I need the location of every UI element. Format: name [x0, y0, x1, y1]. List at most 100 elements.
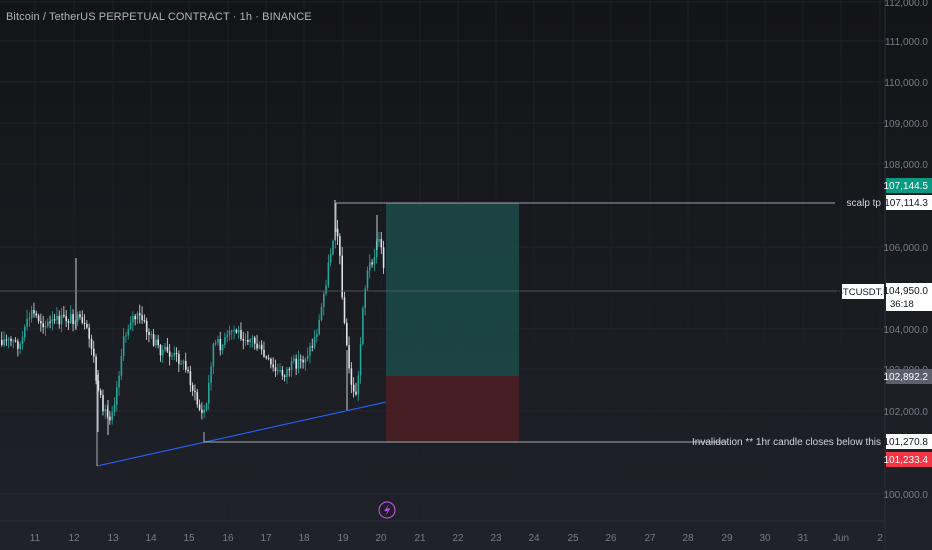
candle-body	[56, 315, 58, 320]
candle-body	[180, 363, 182, 365]
candle-body	[256, 343, 258, 349]
candle-body	[203, 409, 205, 413]
candle-body	[214, 342, 217, 344]
candle-body	[118, 375, 120, 388]
candle-body	[350, 368, 353, 385]
loss-zone	[386, 376, 519, 442]
candle-body	[318, 320, 320, 335]
candle-body	[132, 315, 134, 323]
candle-body	[263, 349, 265, 357]
candle-body	[242, 339, 245, 341]
candle-body	[348, 345, 350, 369]
candle-body	[201, 409, 203, 413]
time-axis-label: 28	[682, 533, 694, 544]
candle-body	[313, 337, 316, 348]
candle-body	[83, 322, 86, 324]
candle-body	[251, 337, 254, 340]
time-axis-label: 16	[222, 533, 234, 544]
candle-body	[364, 288, 366, 309]
price-tag-scalp-tp-text: 107,114.3	[884, 198, 928, 209]
candle-body	[7, 338, 10, 340]
price-axis-label: 111,000.0	[885, 37, 928, 48]
candle-body	[302, 359, 304, 363]
candle-body	[49, 321, 51, 323]
candle-body	[60, 314, 63, 325]
price-tag-107144-text: 107,144.5	[884, 181, 929, 192]
candle-body	[67, 321, 70, 323]
candle-body	[198, 404, 201, 410]
candle-body	[185, 360, 187, 370]
candle-body	[336, 228, 339, 237]
candle-body	[191, 385, 194, 391]
candle-body	[320, 306, 323, 321]
candle-body	[28, 318, 31, 320]
candle-body	[26, 318, 28, 327]
candle-body	[380, 239, 383, 248]
price-tag-current-text: 104,950.0	[884, 286, 929, 297]
candle-body	[10, 338, 12, 342]
time-axis-label: 22	[452, 533, 464, 544]
candle-body	[309, 346, 311, 356]
candle-body	[293, 358, 295, 361]
candle-body	[346, 322, 348, 346]
candle-body	[182, 360, 185, 364]
candle-body	[352, 384, 355, 392]
time-axis-label: 14	[145, 533, 157, 544]
price-chart[interactable]: scalp tp Invalidation ** 1hr candle close…	[0, 0, 932, 550]
candle-body	[37, 315, 40, 322]
candle-body	[88, 327, 90, 339]
candle-body	[270, 358, 272, 365]
candle-body	[127, 329, 130, 336]
candle-body	[371, 262, 373, 265]
candle-body	[120, 356, 123, 376]
candle-body	[277, 370, 279, 372]
candle-body	[42, 323, 44, 328]
price-axis-label: 109,000.0	[884, 119, 929, 130]
candle-body	[152, 334, 155, 346]
time-axis-label: 24	[528, 533, 540, 544]
candle-body	[325, 285, 327, 294]
chart-title: Bitcoin / TetherUS PERPETUAL CONTRACT · …	[6, 11, 312, 23]
candle-body	[187, 369, 189, 372]
time-axis-label: 11	[30, 533, 41, 544]
invalidation-label: Invalidation ** 1hr candle closes below …	[692, 437, 881, 448]
candle-body	[237, 330, 240, 333]
price-axis-label: 104,000.0	[884, 325, 929, 336]
candle-body	[329, 253, 332, 263]
candle-body	[19, 343, 21, 349]
candle-body	[178, 354, 180, 364]
price-axis-label: 100,000.0	[884, 490, 929, 501]
candle-body	[90, 338, 93, 349]
candle-body	[3, 339, 5, 345]
candle-body	[63, 314, 65, 317]
candle-body	[359, 343, 362, 376]
candle-body	[240, 330, 242, 340]
time-axis-label: 18	[298, 533, 310, 544]
candle-body	[254, 337, 256, 344]
profit-zone	[386, 203, 519, 376]
candle-body	[205, 403, 208, 410]
candle-body	[247, 339, 249, 342]
candle-body	[316, 334, 318, 338]
countdown-text: 36:18	[890, 299, 914, 310]
candle-body	[33, 310, 35, 314]
candle-body	[150, 334, 153, 336]
candle-body	[173, 352, 176, 356]
candle-body	[99, 390, 102, 396]
candle-body	[283, 375, 286, 377]
candle-body	[288, 369, 291, 371]
candle-body	[210, 366, 212, 383]
time-axis-label: Jun	[833, 533, 849, 544]
candle-body	[5, 339, 8, 341]
candle-body	[30, 310, 33, 319]
candle-body	[164, 346, 166, 350]
candle-body	[17, 341, 19, 349]
candle-body	[65, 316, 67, 322]
candle-body	[244, 339, 247, 341]
candle-body	[44, 325, 47, 328]
candle-body	[194, 390, 196, 393]
candle-body	[143, 320, 146, 322]
time-axis-label: 26	[605, 533, 617, 544]
lightning-icon[interactable]	[378, 501, 396, 519]
candle-body	[272, 364, 274, 368]
